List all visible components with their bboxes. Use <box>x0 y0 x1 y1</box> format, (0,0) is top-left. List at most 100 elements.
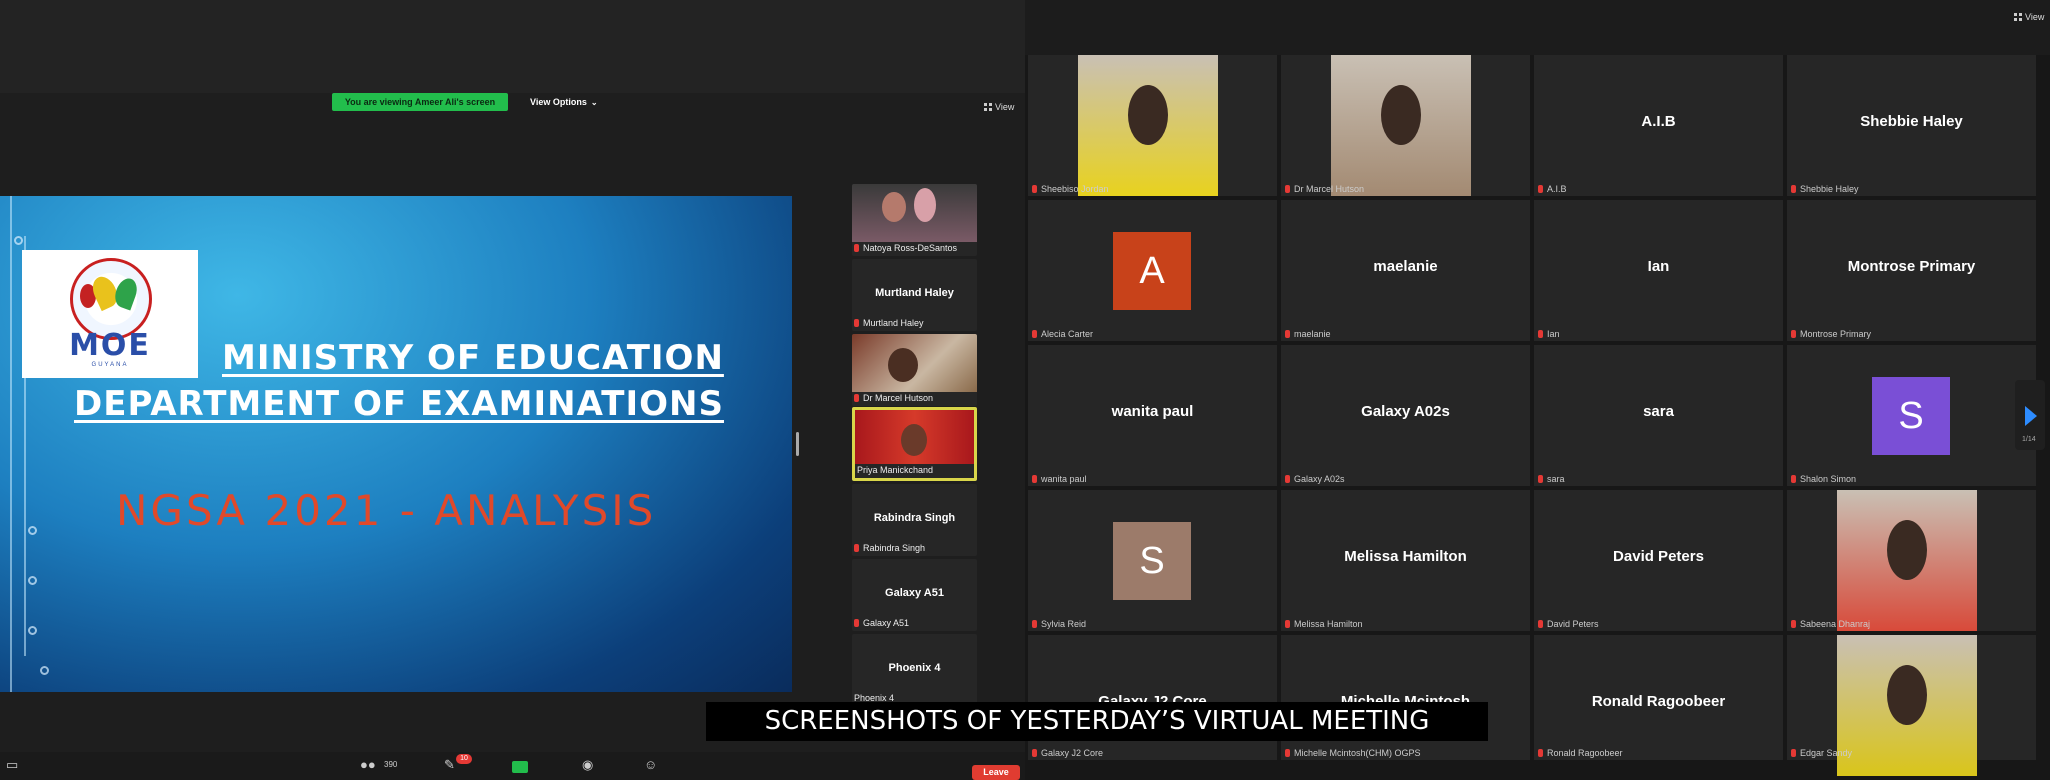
muted-mic-icon <box>1285 620 1290 628</box>
logo-text: MOE <box>69 328 151 363</box>
participant-name: Galaxy A02s <box>1294 474 1345 484</box>
person-silhouette <box>1887 665 1927 725</box>
participant-name: sara <box>1547 474 1565 484</box>
participant-name-label: Shebbie Haley <box>1791 184 1859 194</box>
gallery-tile[interactable]: Galaxy A02s Galaxy A02s <box>1281 345 1530 486</box>
filmstrip-tile[interactable]: Galaxy A51 Galaxy A51 <box>852 559 977 631</box>
gallery-tile[interactable]: Ian Ian <box>1534 200 1783 341</box>
gallery-tile[interactable]: Edgar Sandy <box>1787 635 2036 776</box>
filmstrip-tile[interactable]: Dr Marcel Hutson <box>852 334 977 406</box>
gallery-tile[interactable]: Galaxy J2 CoreGalaxy J2 Core <box>1028 635 1277 760</box>
participant-name: Sabeena Dhanraj <box>1800 619 1871 629</box>
gallery-tile[interactable]: S Shalon Simon <box>1787 345 2036 486</box>
video-feed <box>1078 55 1218 196</box>
participant-name-label: Sheebiso Jordan <box>1032 184 1109 194</box>
chevron-down-icon: ⌄ <box>590 98 598 107</box>
chat-icon[interactable]: ✎ <box>444 757 455 773</box>
participant-display-name: Rabindra Singh <box>873 512 956 524</box>
stop-video-icon[interactable]: ▭ <box>6 757 18 773</box>
participant-display-name: Shebbie Haley <box>1860 113 1963 130</box>
muted-mic-icon <box>1791 475 1796 483</box>
muted-mic-icon <box>1285 475 1290 483</box>
muted-mic-icon <box>1032 185 1037 193</box>
gallery-tile[interactable]: A.I.B A.I.B <box>1534 55 1783 196</box>
filmstrip-tile[interactable]: Murtland Haley Murtland Haley <box>852 259 977 331</box>
participant-name-label: Rabindra Singh <box>854 543 925 553</box>
person-silhouette <box>1887 520 1927 580</box>
video-feed <box>852 184 977 242</box>
participant-display-name: Melissa Hamilton <box>1344 548 1467 565</box>
participant-name-label: Galaxy A51 <box>854 618 909 628</box>
gallery-tile[interactable]: Michelle McintoshMichelle Mcintosh(CHM) … <box>1281 635 1530 760</box>
gallery-tile[interactable]: sara sara <box>1534 345 1783 486</box>
filmstrip-tile[interactable]: Natoya Ross-DeSantos <box>852 184 977 256</box>
gallery-tile[interactable]: S Sylvia Reid <box>1028 490 1277 631</box>
view-options-label: View Options <box>530 97 587 107</box>
gallery-tile[interactable]: Dr Marcel Hutson <box>1281 55 1530 196</box>
participant-name: Melissa Hamilton <box>1294 619 1363 629</box>
circuit-node <box>14 236 23 245</box>
participant-display-name: David Peters <box>1613 548 1704 565</box>
participant-name: Galaxy J2 Core <box>1041 748 1104 758</box>
circuit-node <box>28 526 37 535</box>
muted-mic-icon <box>1032 330 1037 338</box>
view-options-button[interactable]: View Options ⌄ <box>530 93 598 111</box>
participant-name-label: Priya Manickchand <box>857 465 933 475</box>
video-feed <box>855 410 974 464</box>
participant-name: Rabindra Singh <box>863 543 926 553</box>
gallery-tile[interactable]: Sheebiso Jordan <box>1028 55 1277 196</box>
gallery-tile[interactable]: Ronald Ragoobeer Ronald Ragoobeer <box>1534 635 1783 760</box>
gallery-tile[interactable]: A Alecia Carter <box>1028 200 1277 341</box>
participant-name-label: Natoya Ross-DeSantos <box>854 243 957 253</box>
muted-mic-icon <box>1285 185 1290 193</box>
gallery-top-area <box>1025 0 2050 55</box>
participant-display-name: Ronald Ragoobeer <box>1591 693 1726 710</box>
participants-icon[interactable]: ●● <box>360 757 376 772</box>
share-screen-icon[interactable] <box>512 761 528 773</box>
panel-resize-handle[interactable] <box>796 432 799 456</box>
leave-button[interactable]: Leave <box>972 765 1020 780</box>
participant-name: Priya Manickchand <box>857 465 934 475</box>
viewing-screen-banner: You are viewing Ameer Ali's screen <box>332 93 508 111</box>
person-silhouette <box>1381 85 1421 145</box>
muted-mic-icon <box>854 244 859 252</box>
gallery-tile[interactable]: Sabeena Dhanraj <box>1787 490 2036 631</box>
gallery-tile[interactable]: Melissa Hamilton Melissa Hamilton <box>1281 490 1530 631</box>
gallery-tile[interactable]: Shebbie Haley Shebbie Haley <box>1787 55 2036 196</box>
muted-mic-icon <box>1538 330 1543 338</box>
participant-name: A.I.B <box>1547 184 1567 194</box>
reactions-icon[interactable]: ☺ <box>644 757 657 772</box>
participant-name: Dr Marcel Hutson <box>863 393 934 403</box>
participant-name-label: Michelle Mcintosh(CHM) OGPS <box>1285 748 1421 758</box>
participant-display-name: Galaxy A02s <box>1361 403 1450 420</box>
gallery-tile[interactable]: David Peters David Peters <box>1534 490 1783 631</box>
muted-mic-icon <box>1791 330 1796 338</box>
participant-display-name: Murtland Haley <box>875 287 954 299</box>
record-icon[interactable]: ◉ <box>582 757 593 773</box>
participant-name: Shebbie Haley <box>1800 184 1859 194</box>
filmstrip-tile-active-speaker[interactable]: Priya Manickchand <box>852 407 977 481</box>
avatar: A <box>1113 232 1191 310</box>
slide-subtitle: NGSA 2021 - ANALYSIS <box>116 486 657 535</box>
grid-view-icon <box>984 103 992 111</box>
participant-name-label: Sabeena Dhanraj <box>1791 619 1870 629</box>
person-silhouette <box>888 348 918 382</box>
filmstrip-tile[interactable]: Phoenix 4 Phoenix 4 <box>852 634 977 706</box>
participant-name: Shalon Simon <box>1800 474 1857 484</box>
participant-name: Sheebiso Jordan <box>1041 184 1109 194</box>
view-button[interactable]: View <box>984 102 1014 112</box>
view-button[interactable]: View <box>2014 12 2044 22</box>
gallery-tile[interactable]: maelanie maelanie <box>1281 200 1530 341</box>
participant-name: Murtland Haley <box>863 318 924 328</box>
muted-mic-icon <box>1032 749 1037 757</box>
image-caption: SCREENSHOTS OF YESTERDAY’S VIRTUAL MEETI… <box>706 702 1488 741</box>
participant-name: Edgar Sandy <box>1800 748 1853 758</box>
participant-name-label: Galaxy A02s <box>1285 474 1345 484</box>
chat-unread-badge: 10 <box>456 754 472 764</box>
gallery-tile[interactable]: Montrose Primary Montrose Primary <box>1787 200 2036 341</box>
gallery-tile[interactable]: wanita paul wanita paul <box>1028 345 1277 486</box>
participant-display-name: Ian <box>1647 258 1670 275</box>
participant-display-name: maelanie <box>1373 258 1438 275</box>
filmstrip-tile[interactable]: Rabindra Singh Rabindra Singh <box>852 484 977 556</box>
view-button-label: View <box>2025 12 2045 22</box>
